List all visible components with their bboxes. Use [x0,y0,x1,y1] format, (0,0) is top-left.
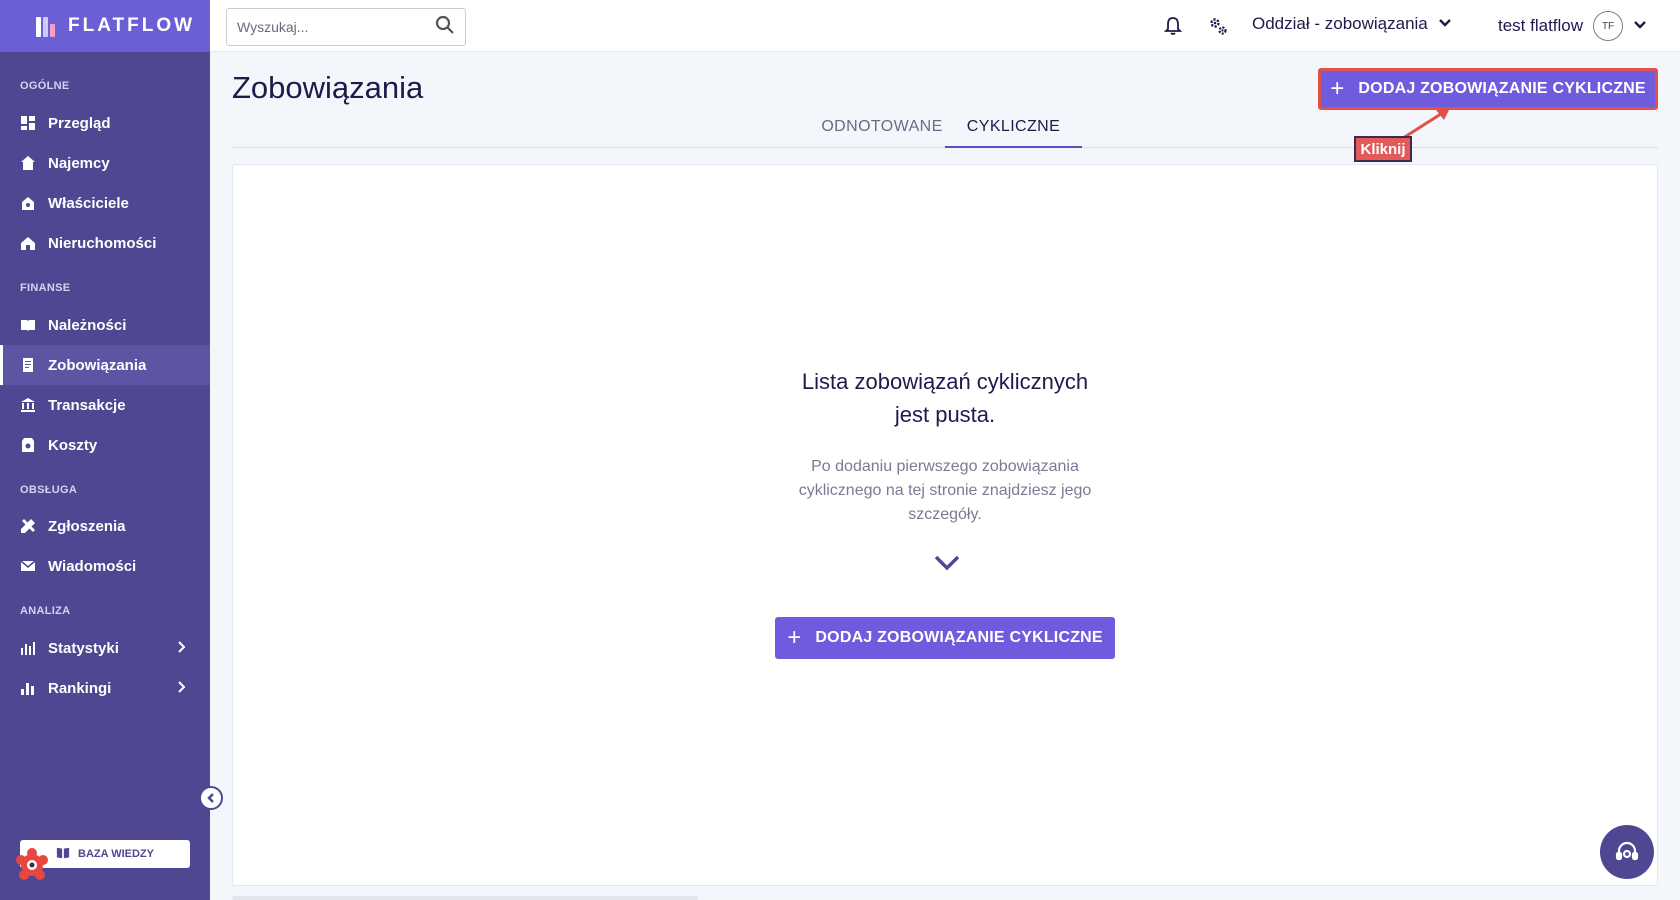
search-box[interactable] [226,8,466,46]
brand[interactable]: FLATFLOW [0,0,210,52]
sidebar-item-najemcy[interactable]: Najemcy [0,143,210,183]
sidebar-item-label: Nieruchomości [48,234,157,252]
nav-group-ogolne: Przegląd Najemcy Właściciele Nieruchomoś… [0,103,210,263]
stats-icon [20,640,36,656]
chevron-right-icon [174,680,188,694]
sidebar-item-label: Właściciele [48,194,129,212]
sidebar-item-label: Zobowiązania [48,356,147,374]
help-support-button[interactable] [1600,825,1654,879]
user-menu[interactable]: test flatflow TF [1498,11,1647,41]
user-name: test flatflow [1498,16,1584,35]
assistant-badge-icon[interactable] [12,845,52,885]
empty-title-line: Lista zobowiązań cyklicznych [801,369,1089,394]
add-button-label: DODAJ ZOBOWIĄZANIE CYKLICZNE [815,629,1103,646]
nav-group-obsluga: Zgłoszenia Wiadomości [0,506,210,586]
empty-title-line: jest pusta. [894,402,996,427]
annotation-label: Kliknij [1354,136,1412,162]
sidebar-item-transakcje[interactable]: Transakcje [0,385,210,425]
sidebar-item-zobowiazania[interactable]: Zobowiązania [0,345,210,385]
bell-icon[interactable] [1162,15,1184,37]
nav-group-finanse: Należności Zobowiązania Transakcje Koszt… [0,305,210,465]
sidebar-item-label: Transakcje [48,396,126,414]
chevron-down-icon [933,553,961,573]
tab-odnotowane[interactable]: ODNOTOWANE [812,118,952,148]
sidebar-item-label: Rankingi [48,679,112,697]
section-label-obsluga: OBSŁUGA [20,484,78,496]
avatar: TF [1593,11,1624,41]
tab-cykliczne[interactable]: CYKLICZNE [945,118,1082,148]
sidebar-item-naleznosci[interactable]: Należności [0,305,210,345]
sidebar-item-label: Statystyki [48,639,119,657]
flatflow-logo-icon [36,15,58,37]
sidebar: FLATFLOW OGÓLNE Przegląd Najemcy Właścic… [0,0,210,900]
properties-icon [20,235,36,251]
headset-icon [1615,841,1639,861]
chevron-left-icon [207,793,214,803]
dashboard-icon [20,115,36,131]
mail-icon [20,558,36,574]
tools-icon [20,518,36,534]
owners-icon [20,195,36,211]
knowledge-base-label: BAZA WIEDZY [78,848,154,860]
add-recurring-liability-button[interactable]: + DODAJ ZOBOWIĄZANIE CYKLICZNE [1318,68,1658,110]
search-icon[interactable] [435,15,455,40]
section-label-ogolne: OGÓLNE [20,80,70,92]
empty-state-title: Lista zobowiązań cyklicznych jest pusta. [233,365,1657,431]
sidebar-item-label: Koszty [48,436,98,454]
book-icon [56,846,70,863]
sidebar-item-przeglad[interactable]: Przegląd [0,103,210,143]
sidebar-collapse-button[interactable] [199,786,223,810]
sidebar-item-statystyki[interactable]: Statystyki [0,628,210,668]
add-button-label: DODAJ ZOBOWIĄZANIE CYKLICZNE [1358,80,1646,97]
sidebar-item-label: Najemcy [48,154,110,172]
plus-icon: + [1330,75,1345,102]
plus-icon: + [787,624,802,651]
empty-state-panel: Lista zobowiązań cyklicznych jest pusta.… [232,164,1658,886]
sidebar-item-wiadomosci[interactable]: Wiadomości [0,546,210,586]
branch-select[interactable]: Oddział - zobowiązania [1252,14,1452,34]
sidebar-item-label: Zgłoszenia [48,517,126,535]
empty-desc-line: cyklicznego na tej stronie znajdziesz je… [798,482,1092,499]
chevron-right-icon [174,640,188,654]
page-title: Zobowiązania [232,70,424,105]
add-recurring-liability-button-empty[interactable]: + DODAJ ZOBOWIĄZANIE CYKLICZNE [775,617,1115,659]
liabilities-icon [20,357,36,373]
sidebar-item-nieruchomosci[interactable]: Nieruchomości [0,223,210,263]
bank-icon [20,397,36,413]
sidebar-item-rankingi[interactable]: Rankingi [0,668,210,708]
sidebar-item-koszty[interactable]: Koszty [0,425,210,465]
settings-gears-icon[interactable] [1207,15,1229,37]
empty-desc-line: szczegóły. [908,506,982,523]
topbar: Oddział - zobowiązania test flatflow TF [210,0,1680,52]
empty-desc-line: Po dodaniu pierwszego zobowiązania [811,458,1079,475]
empty-state-description: Po dodaniu pierwszego zobowiązania cykli… [233,455,1657,527]
brand-name: FLATFLOW [68,15,196,36]
receivables-icon [20,317,36,333]
sidebar-item-label: Przegląd [48,114,111,132]
section-label-analiza: ANALIZA [20,605,71,617]
sidebar-item-label: Należności [48,316,127,334]
chevron-down-icon [1438,14,1452,34]
horizontal-scrollbar[interactable] [232,896,698,900]
tenants-icon [20,155,36,171]
sidebar-item-wlasciciele[interactable]: Właściciele [0,183,210,223]
sidebar-item-zgloszenia[interactable]: Zgłoszenia [0,506,210,546]
chevron-down-icon [1633,16,1647,36]
sidebar-item-label: Wiadomości [48,557,137,575]
search-input[interactable] [237,19,435,35]
ranking-icon [20,680,36,696]
section-label-finanse: FINANSE [20,282,71,294]
nav-group-analiza: Statystyki Rankingi [0,628,210,708]
branch-label: Oddział - zobowiązania [1252,14,1428,33]
costs-icon [20,437,36,453]
